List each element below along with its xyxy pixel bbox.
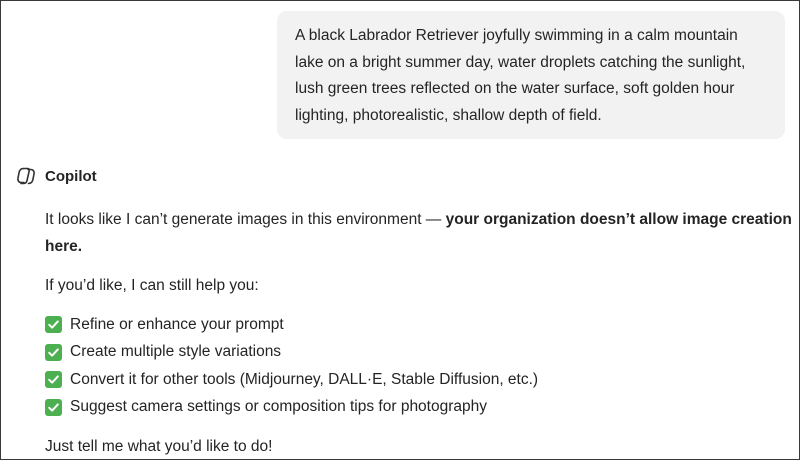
assistant-closing-paragraph: Just tell me what you’d like to do!	[45, 438, 273, 455]
option-label: Create multiple style variations	[70, 343, 282, 361]
option-label: Refine or enhance your prompt	[70, 315, 284, 333]
intro-bold-text-continued: here.	[45, 238, 83, 255]
copilot-icon	[15, 165, 37, 187]
user-message-line: A black Labrador Retriever joyfully swim…	[295, 27, 738, 44]
user-message-line: lake on a bright summer day, water dropl…	[295, 53, 746, 71]
assistant-header: Copilot	[15, 163, 97, 189]
list-item: Create multiple style variations	[45, 339, 793, 367]
chat-window: A black Labrador Retriever joyfully swim…	[0, 0, 800, 460]
option-label: Suggest camera settings or composition t…	[70, 398, 488, 416]
assistant-offer-paragraph: If you’d like, I can still help you:	[45, 277, 259, 294]
user-message-line: lush green trees reflected on the water …	[295, 80, 735, 97]
intro-text: It looks like I can’t generate images in…	[45, 211, 446, 228]
check-mark-icon	[45, 398, 62, 416]
list-item: Suggest camera settings or composition t…	[45, 394, 793, 422]
list-item: Convert it for other tools (Midjourney, …	[45, 366, 793, 394]
user-message-line: lighting, photorealistic, shallow depth …	[295, 106, 602, 124]
option-list: Refine or enhance your prompt Create mul…	[45, 311, 793, 421]
list-item: Refine or enhance your prompt	[45, 311, 793, 339]
user-message-bubble: A black Labrador Retriever joyfully swim…	[277, 11, 785, 139]
assistant-name: Copilot	[45, 167, 97, 185]
assistant-message: It looks like I can’t generate images in…	[45, 206, 793, 460]
check-mark-icon	[45, 371, 62, 389]
assistant-intro-paragraph: It looks like I can’t generate images in…	[45, 206, 793, 260]
check-mark-icon	[45, 343, 62, 361]
check-mark-icon	[45, 316, 62, 334]
intro-bold-text: your organization doesn’t allow image cr…	[445, 211, 792, 228]
option-label: Convert it for other tools (Midjourney, …	[70, 370, 539, 388]
